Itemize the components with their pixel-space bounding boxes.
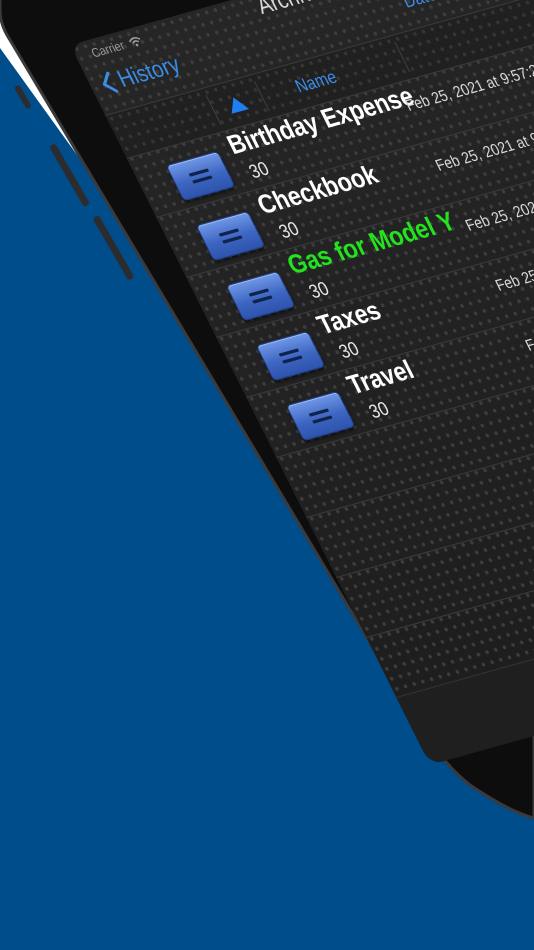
menu-lines-icon [278, 348, 300, 357]
menu-lines-icon [188, 168, 210, 177]
back-button[interactable]: History [95, 51, 185, 98]
menu-lines-icon [222, 235, 243, 244]
menu-lines-icon [218, 228, 240, 237]
row-date: Feb 25, 2021 at 9 [462, 190, 534, 235]
row-date: Feb 2 [522, 329, 534, 355]
column-divider [394, 41, 411, 73]
empty-row-divider [366, 491, 534, 638]
row-count: 30 [275, 217, 303, 243]
column-divider [253, 81, 270, 112]
row-date: Feb 25, 202 [492, 259, 534, 295]
menu-lines-icon [248, 288, 270, 297]
sort-up-triangle-icon[interactable] [223, 94, 250, 115]
menu-lines-icon [312, 415, 333, 424]
column-divider [205, 94, 222, 125]
menu-lines-icon [192, 175, 213, 184]
page-title: Archives (5) [252, 0, 367, 20]
row-count: 30 [245, 157, 273, 183]
back-button-label: History [112, 50, 185, 93]
row-count: 30 [335, 337, 363, 363]
bottom-toolbar [396, 551, 534, 766]
empty-row-divider [336, 431, 534, 578]
column-header-name[interactable]: Name [292, 67, 341, 98]
row-count: 30 [305, 277, 333, 303]
row-menu-button[interactable] [255, 330, 326, 382]
menu-lines-icon [282, 355, 303, 364]
row-menu-button[interactable] [285, 390, 356, 442]
menu-lines-icon [252, 295, 273, 304]
row-menu-button[interactable] [165, 150, 236, 202]
row-menu-button[interactable] [195, 210, 266, 262]
row-menu-button[interactable] [225, 270, 296, 322]
menu-lines-icon [308, 408, 330, 417]
row-count: 30 [365, 397, 393, 423]
